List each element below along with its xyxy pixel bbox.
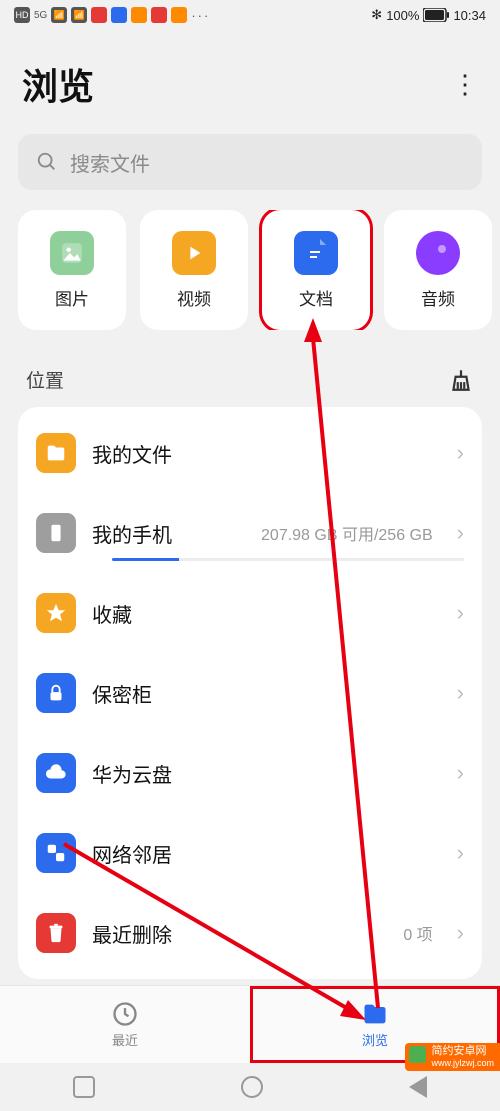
chevron-right-icon: › [457,520,464,546]
category-label: 音频 [421,285,455,310]
image-icon [50,231,94,275]
app-icon-5 [171,7,187,23]
row-favorites[interactable]: 收藏 › [18,573,482,653]
nav-label: 浏览 [362,1030,388,1049]
row-network[interactable]: 网络邻居 › [18,813,482,893]
wifi-icon: 📶 [71,7,87,23]
watermark-url: www.jylzwj.com [431,1058,494,1069]
row-trash[interactable]: 最近删除 0 项 › [18,893,482,973]
home-button[interactable] [241,1076,263,1098]
recents-button[interactable] [73,1076,95,1098]
audio-icon [416,231,460,275]
row-label: 保密柜 [92,679,152,708]
status-bar: HD 5G 📶 📶 ··· ✻ 100% 10:34 [0,0,500,30]
category-label: 文档 [299,285,333,310]
app-icon-3 [131,7,147,23]
category-docs[interactable]: 文档 [262,210,370,330]
star-icon [45,602,67,624]
category-row: 图片 视频 文档 音频 [0,210,500,330]
chevron-right-icon: › [457,600,464,626]
chevron-right-icon: › [457,760,464,786]
nav-label: 最近 [112,1030,138,1049]
play-icon [172,231,216,275]
search-input[interactable]: 搜索文件 [18,134,482,190]
status-left: HD 5G 📶 📶 ··· [14,7,210,23]
lock-icon [45,682,67,704]
chevron-right-icon: › [457,440,464,466]
hd-icon: HD [14,7,30,23]
battery-pct: 100% [386,8,419,23]
row-label: 华为云盘 [92,759,172,788]
watermark-title: 简约安卓网 [431,1045,494,1058]
row-label: 网络邻居 [92,839,172,868]
clean-icon[interactable] [448,367,474,393]
more-menu-button[interactable]: ⋮ [452,78,478,91]
section-title: 位置 [26,366,64,393]
signal-icon: 📶 [51,7,67,23]
net-icon: 5G [34,10,47,21]
search-icon [36,151,58,173]
page-title: 浏览 [22,58,94,110]
clock-text: 10:34 [453,8,486,23]
row-label: 最近删除 [92,919,172,948]
more-notifications: ··· [191,8,210,23]
watermark: 简约安卓网 www.jylzwj.com [405,1043,500,1071]
row-my-phone[interactable]: 我的手机 207.98 GB 可用/256 GB › [18,493,482,573]
row-label: 我的文件 [92,439,172,468]
row-label: 我的手机 [92,519,172,548]
app-icon-4 [151,7,167,23]
back-button[interactable] [409,1076,427,1098]
category-images[interactable]: 图片 [18,210,126,330]
network-icon [45,842,67,864]
row-cloud[interactable]: 华为云盘 › [18,733,482,813]
cloud-icon [44,762,68,784]
trash-icon [45,922,67,944]
row-label: 收藏 [92,599,132,628]
folder-icon [45,442,67,464]
category-audio[interactable]: 音频 [384,210,492,330]
category-video[interactable]: 视频 [140,210,248,330]
header: 浏览 ⋮ [0,30,500,128]
storage-progress [112,558,464,561]
doc-icon [294,231,338,275]
row-my-files[interactable]: 我的文件 › [18,413,482,493]
search-placeholder: 搜索文件 [70,148,150,177]
category-label: 视频 [177,285,211,310]
chevron-right-icon: › [457,680,464,706]
row-info: 207.98 GB 可用/256 GB [261,521,433,545]
phone-icon [45,522,67,544]
row-info: 0 项 [403,921,432,945]
row-safe[interactable]: 保密柜 › [18,653,482,733]
category-label: 图片 [55,285,89,310]
chevron-right-icon: › [457,920,464,946]
app-icon-2 [111,7,127,23]
section-header: 位置 [0,330,500,407]
chevron-right-icon: › [457,840,464,866]
bluetooth-icon: ✻ [371,7,382,23]
status-right: ✻ 100% 10:34 [371,7,486,23]
app-icon-1 [91,7,107,23]
nav-recent[interactable]: 最近 [0,986,250,1063]
clock-icon [111,1000,139,1028]
battery-icon [423,8,449,22]
location-list: 我的文件 › 我的手机 207.98 GB 可用/256 GB › 收藏 › 保… [18,407,482,979]
folder-icon [361,1000,389,1028]
